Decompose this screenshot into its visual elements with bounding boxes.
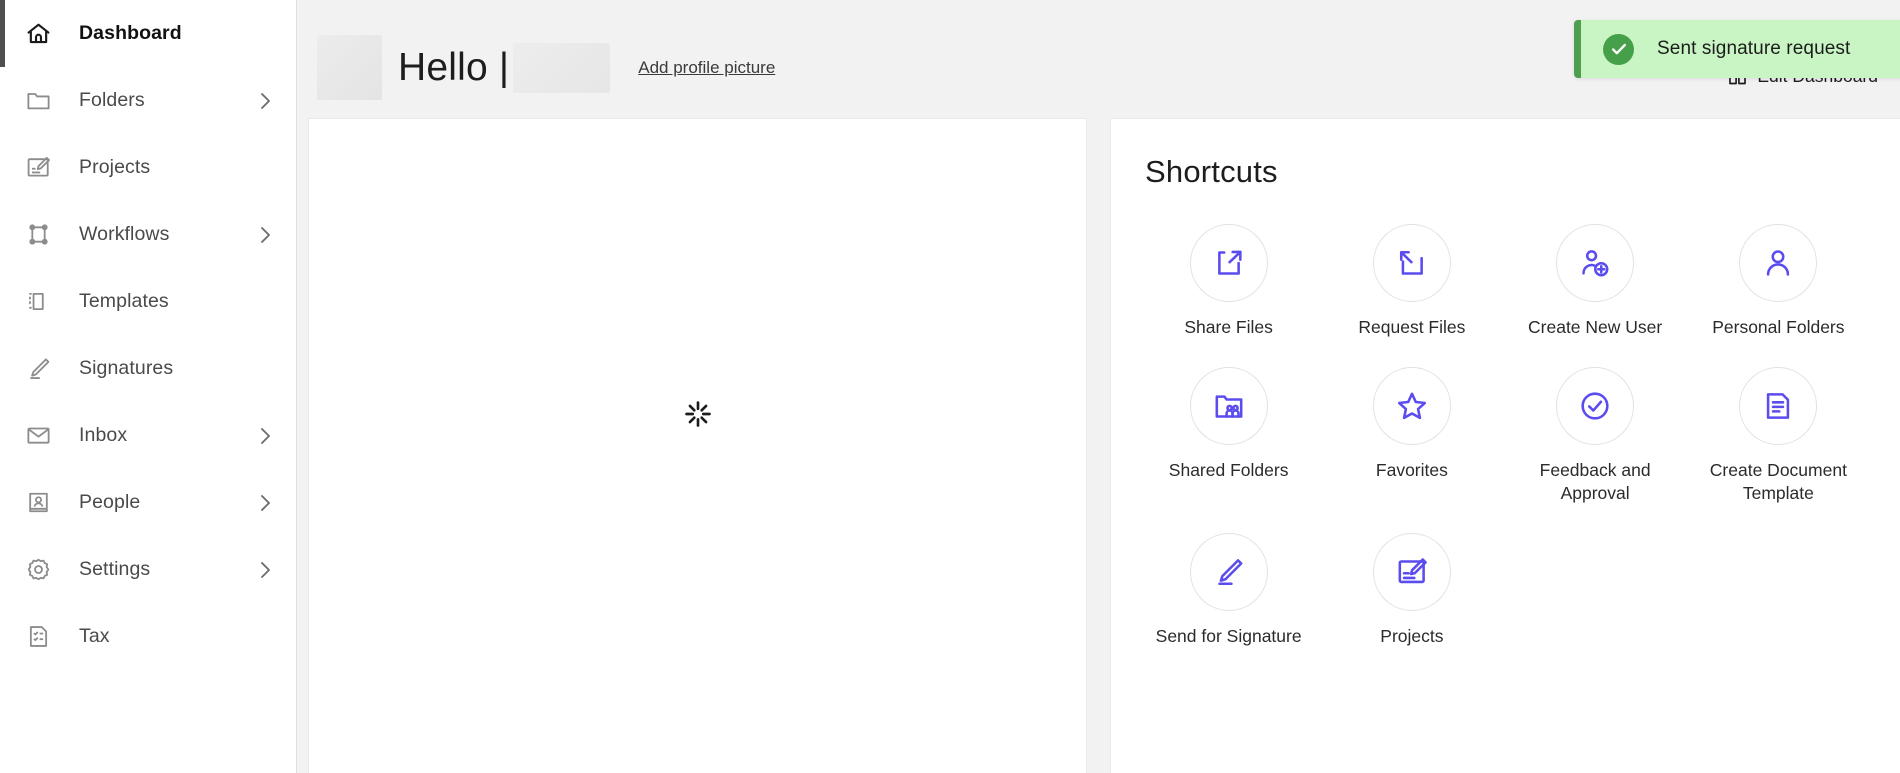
shortcut-label: Projects	[1380, 626, 1444, 647]
shortcuts-grid: Share Files Request Files Create New Use…	[1137, 212, 1870, 648]
projects-board-icon	[1372, 533, 1451, 612]
main-content-area: Hello | Add profile picture Edit Dashboa…	[297, 0, 1900, 773]
sidebar-item-label: Projects	[79, 156, 151, 178]
shortcut-request-files[interactable]: Request Files	[1320, 212, 1503, 339]
sidebar-item-tax[interactable]: Tax	[0, 603, 296, 670]
document-lines-icon	[1739, 367, 1818, 446]
shortcut-label: Share Files	[1184, 317, 1273, 337]
user-add-icon	[1556, 224, 1635, 302]
chevron-right-icon[interactable]	[258, 425, 274, 447]
folder-icon	[23, 86, 53, 116]
signature-pen-icon	[1189, 533, 1268, 612]
sidebar-item-label: Dashboard	[79, 22, 182, 44]
shortcut-label: Shared Folders	[1168, 460, 1289, 481]
shortcut-share-files[interactable]: Share Files	[1137, 212, 1320, 339]
user-name-redacted	[513, 42, 611, 93]
share-files-icon	[1189, 224, 1268, 302]
shortcut-projects[interactable]: Projects	[1320, 521, 1503, 648]
sidebar-item-label: People	[79, 491, 141, 513]
home-icon	[23, 19, 53, 49]
shortcut-favorites[interactable]: Favorites	[1320, 355, 1503, 505]
shortcut-label: Create Document Template	[1709, 460, 1847, 504]
sidebar-item-templates[interactable]: Templates	[0, 268, 296, 335]
chevron-right-icon[interactable]	[258, 492, 274, 514]
add-profile-picture-link[interactable]: Add profile picture	[638, 58, 775, 78]
shortcut-create-new-user[interactable]: Create New User	[1504, 212, 1687, 339]
people-icon	[23, 488, 53, 518]
sidebar-item-inbox[interactable]: Inbox	[0, 402, 296, 469]
sidebar-item-projects[interactable]: Projects	[0, 134, 296, 201]
dashboard-header: Hello | Add profile picture Edit Dashboa…	[297, 0, 1900, 118]
shortcut-label: Feedback and Approval	[1539, 460, 1651, 504]
shortcut-shared-folders[interactable]: Shared Folders	[1137, 355, 1320, 505]
dashboard-page: Dashboard Folders Projects Workflows Tem…	[0, 0, 1900, 773]
page-title: Hello |	[398, 45, 510, 89]
shortcut-personal-folders[interactable]: Personal Folders	[1687, 212, 1870, 339]
templates-icon	[23, 287, 53, 317]
tax-doc-icon	[23, 622, 53, 652]
sidebar-item-label: Templates	[79, 290, 169, 312]
shortcut-feedback-and-approval[interactable]: Feedback and Approval	[1504, 355, 1687, 505]
main-sidebar: Dashboard Folders Projects Workflows Tem…	[0, 0, 297, 773]
sidebar-item-folders[interactable]: Folders	[0, 67, 296, 134]
gear-icon	[23, 555, 53, 585]
shortcuts-panel: Shortcuts Share Files Request Files Crea…	[1110, 118, 1900, 773]
shortcut-label: Request Files	[1358, 317, 1466, 337]
shortcut-label: Send for Signature	[1155, 626, 1302, 647]
request-files-icon	[1372, 224, 1451, 302]
sidebar-item-label: Folders	[79, 89, 145, 111]
dashboard-content-panel	[308, 118, 1087, 773]
sidebar-item-label: Workflows	[79, 223, 170, 245]
shortcut-label: Personal Folders	[1712, 317, 1845, 337]
envelope-icon	[23, 421, 53, 451]
avatar[interactable]	[317, 35, 382, 100]
check-circle-outline-icon	[1556, 367, 1635, 446]
shortcut-label: Favorites	[1375, 460, 1448, 481]
loading-spinner-icon	[309, 397, 1086, 431]
signature-icon	[23, 354, 53, 384]
workflows-icon	[23, 220, 53, 250]
star-icon	[1372, 367, 1451, 446]
shared-folder-icon	[1189, 367, 1268, 446]
shortcuts-title: Shortcuts	[1145, 154, 1278, 189]
dashboard-panels: Shortcuts Share Files Request Files Crea…	[297, 118, 1900, 773]
chevron-right-icon[interactable]	[258, 90, 274, 112]
chevron-right-icon[interactable]	[258, 559, 274, 581]
projects-icon	[23, 153, 53, 183]
person-icon	[1739, 224, 1818, 302]
check-circle-icon	[1603, 33, 1634, 65]
sidebar-item-label: Tax	[79, 625, 110, 647]
sidebar-item-signatures[interactable]: Signatures	[0, 335, 296, 402]
active-indicator-bar	[0, 0, 5, 67]
sidebar-item-dashboard[interactable]: Dashboard	[0, 0, 296, 67]
sidebar-item-people[interactable]: People	[0, 469, 296, 536]
sidebar-item-label: Settings	[79, 558, 151, 580]
greeting-row: Hello | Add profile picture	[317, 35, 775, 100]
sidebar-item-workflows[interactable]: Workflows	[0, 201, 296, 268]
status-toast[interactable]: Sent signature request	[1574, 20, 1900, 78]
shortcut-create-document-template[interactable]: Create Document Template	[1687, 355, 1870, 505]
sidebar-item-settings[interactable]: Settings	[0, 536, 296, 603]
shortcut-label: Create New User	[1528, 317, 1663, 337]
shortcut-send-for-signature[interactable]: Send for Signature	[1137, 521, 1320, 648]
toast-message: Sent signature request	[1657, 38, 1851, 59]
sidebar-item-label: Signatures	[79, 357, 174, 379]
sidebar-item-label: Inbox	[79, 424, 128, 446]
chevron-right-icon[interactable]	[258, 224, 274, 246]
